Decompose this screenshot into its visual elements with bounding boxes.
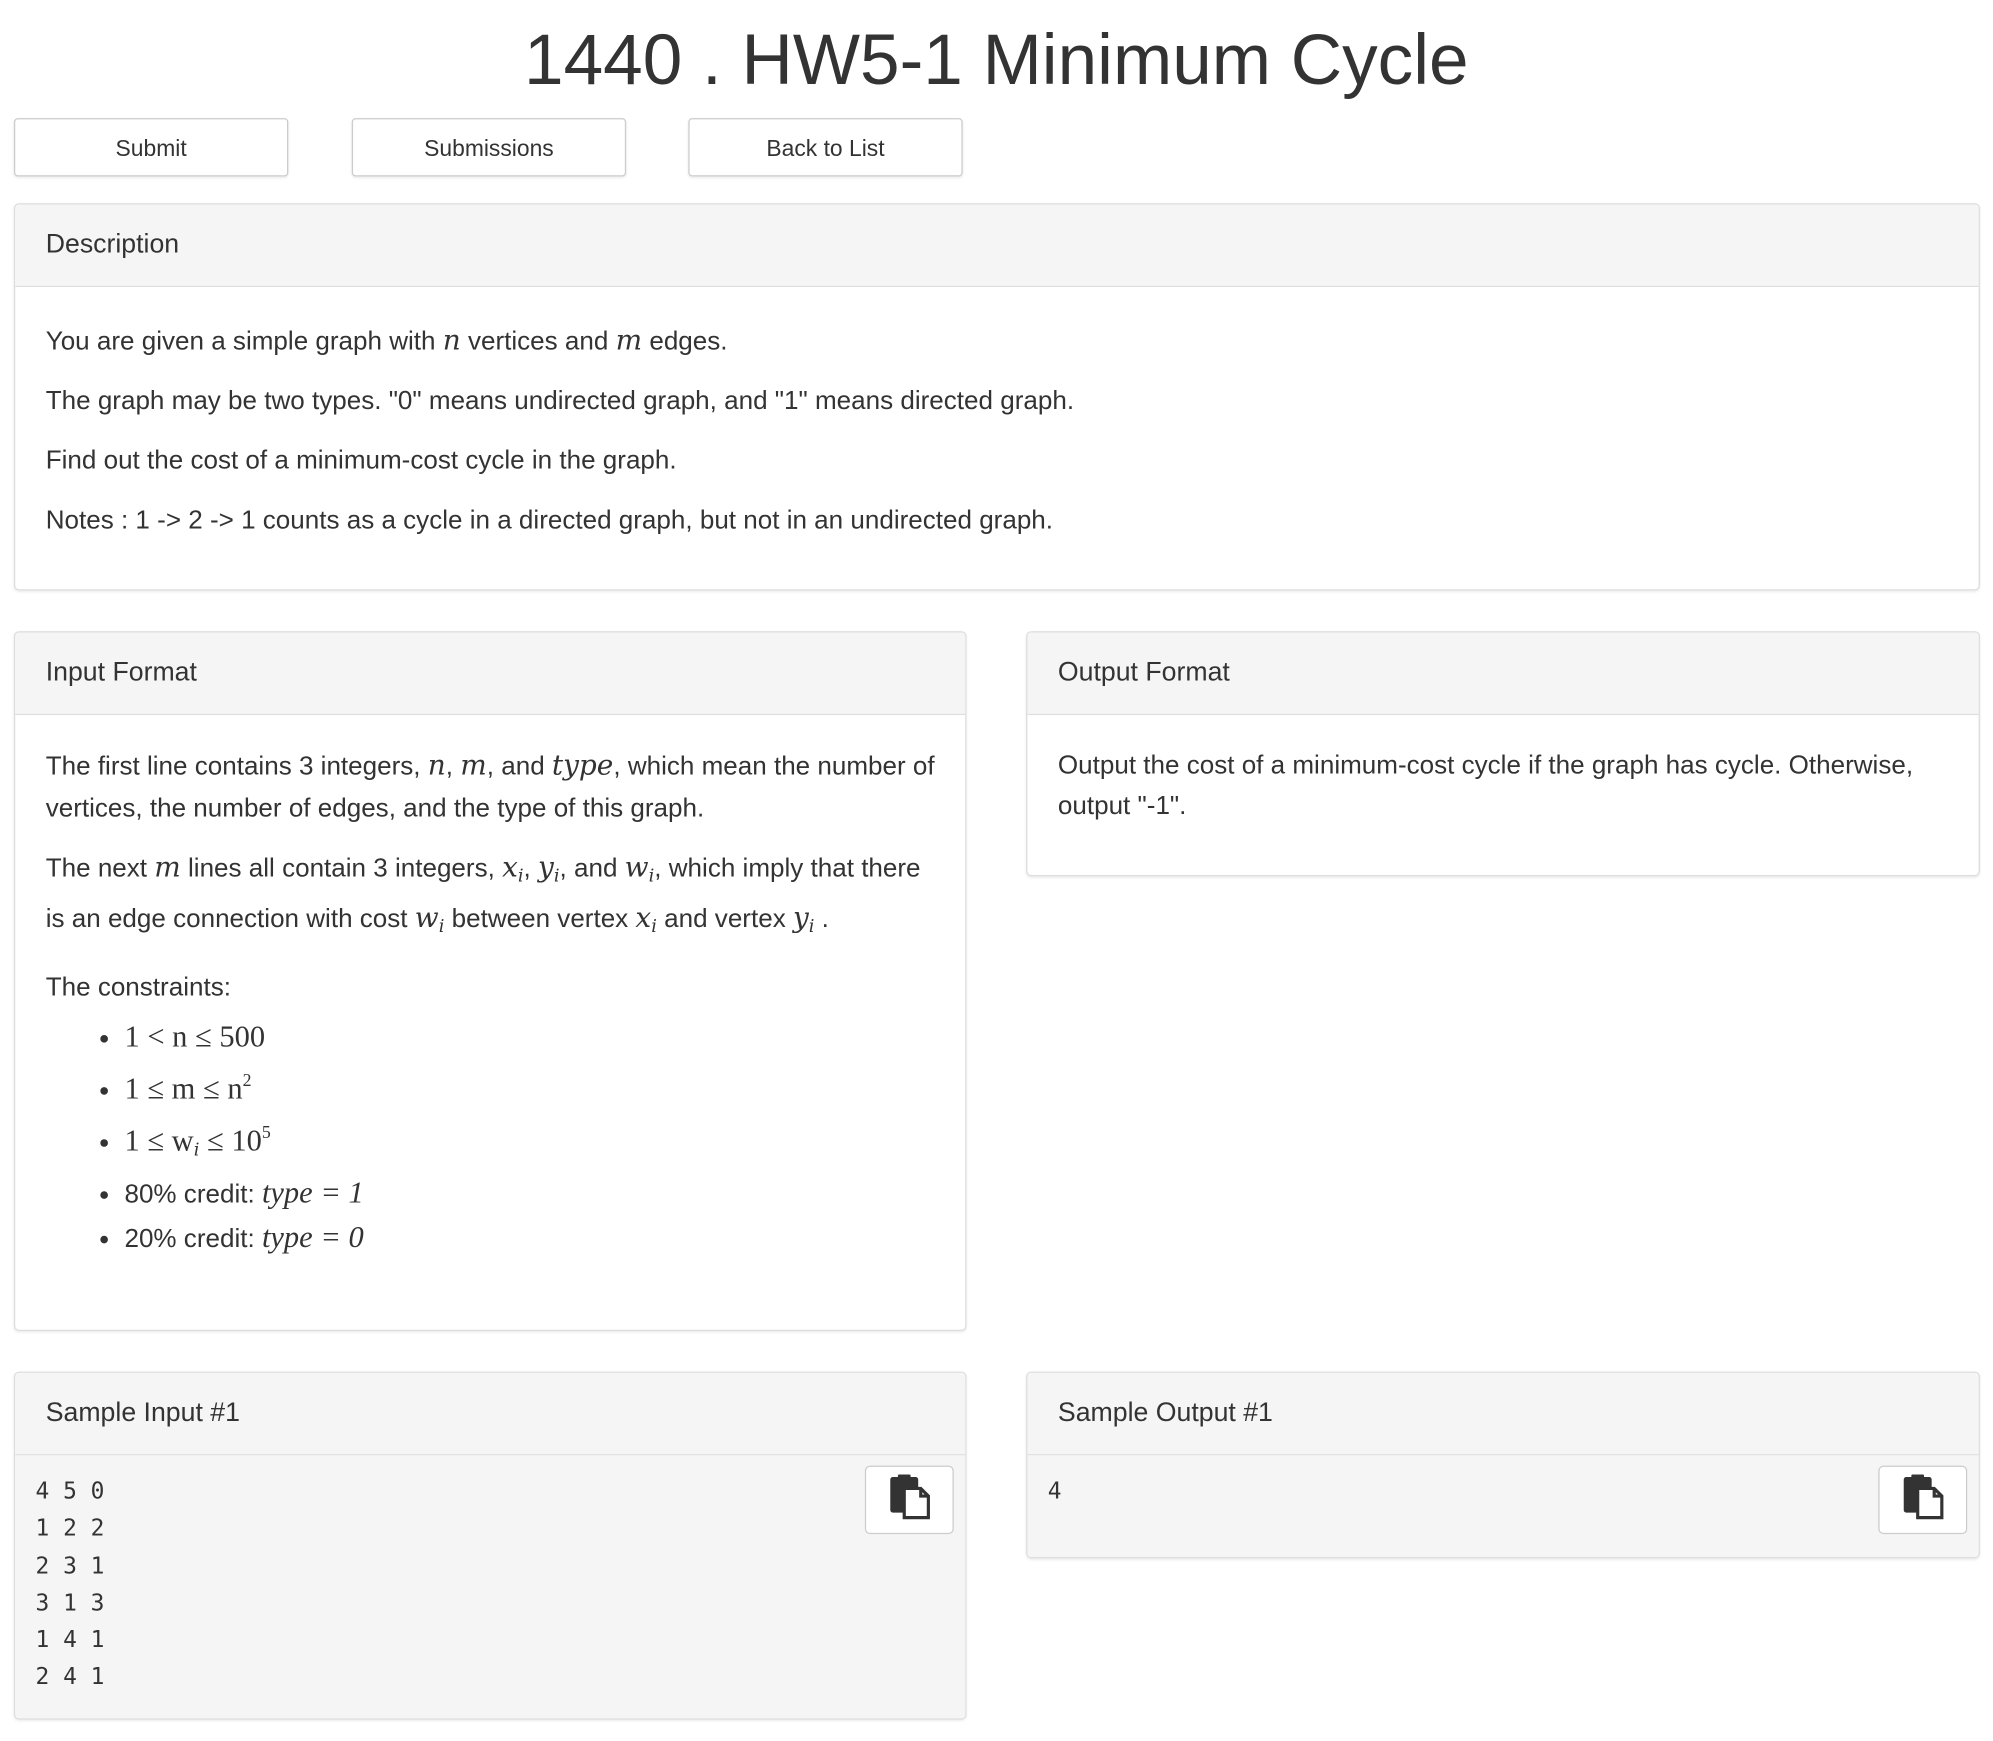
math-constraint: type = 1 <box>261 1177 364 1211</box>
input-format-paragraph: The first line contains 3 integers, n, m… <box>46 745 935 829</box>
copy-sample-input-button[interactable] <box>864 1465 954 1535</box>
text: The next <box>45 853 155 883</box>
copy-icon <box>1901 1473 1944 1526</box>
math-n: n <box>427 750 446 783</box>
sample-output-body: 4 <box>1027 1455 1979 1558</box>
submit-button[interactable]: Submit <box>13 118 289 177</box>
math-constraint: 1 < n ≤ 500 <box>124 1021 266 1055</box>
math-constraint: 1 ≤ w <box>124 1125 194 1159</box>
sample-input-panel: Sample Input #1 4 5 0 1 2 2 2 3 1 3 1 3 … <box>13 1371 967 1720</box>
math-constraint: ≤ 10 <box>199 1125 262 1159</box>
math-superscript: 2 <box>242 1071 252 1091</box>
description-paragraph: The graph may be two types. "0" means un… <box>45 386 1075 416</box>
text: , <box>445 751 461 782</box>
text: The first line contains 3 integers, <box>45 751 428 782</box>
page-title: 1440 . HW5-1 Minimum Cycle <box>524 19 1469 100</box>
input-format-heading: Input Format <box>15 632 966 716</box>
text: , and <box>486 751 552 782</box>
back-to-list-button[interactable]: Back to List <box>688 118 963 177</box>
math-m: m <box>154 852 181 884</box>
text: between vertex <box>444 904 636 934</box>
problem-page: 1440 . HW5-1 Minimum Cycle Submit Submis… <box>0 0 1993 1720</box>
sample-input-heading: Sample Input #1 <box>15 1372 966 1456</box>
sample-output-content[interactable]: 4 <box>1048 1473 1959 1510</box>
description-paragraph: You are given a simple graph with n vert… <box>46 320 1948 362</box>
math-superscript: 5 <box>261 1123 271 1143</box>
math-n: n <box>442 325 461 357</box>
input-format-body: The first line contains 3 integers, n, m… <box>15 715 965 1284</box>
submissions-button[interactable]: Submissions <box>351 118 627 177</box>
math-y: y <box>792 902 809 935</box>
credit-label: 20% credit: <box>124 1224 262 1254</box>
text: edges. <box>642 326 728 356</box>
copy-sample-output-button[interactable] <box>1878 1465 1968 1535</box>
description-body: You are given a simple graph with n vert… <box>15 287 1978 582</box>
math-x: x <box>635 902 652 935</box>
output-format-heading: Output Format <box>1027 632 1979 716</box>
text: lines all contain 3 integers, <box>180 853 503 883</box>
input-format-paragraph: The next m lines all contain 3 integers,… <box>46 847 935 949</box>
credit-label: 80% credit: <box>124 1179 262 1210</box>
text: , <box>523 853 539 883</box>
math-m: m <box>615 325 643 357</box>
description-paragraph: Find out the cost of a minimum-cost cycl… <box>45 445 677 475</box>
math-type: type <box>551 750 614 783</box>
list-item: 1 ≤ wi ≤ 105 <box>124 1113 934 1173</box>
output-format-body: Output the cost of a minimum-cost cycle … <box>1027 715 1978 850</box>
math-y: y <box>538 852 554 884</box>
math-constraint: type = 0 <box>261 1221 364 1255</box>
sample-output-panel: Sample Output #1 4 <box>1026 1371 1980 1559</box>
output-format-panel: Output Format Output the cost of a minim… <box>1026 631 1980 877</box>
sample-input-body: 4 5 0 1 2 2 2 3 1 3 1 3 1 4 1 2 4 1 <box>15 1455 966 1719</box>
list-item: 1 ≤ m ≤ n2 <box>124 1060 934 1112</box>
list-item: 80% credit: type = 1 <box>124 1172 934 1216</box>
math-w: w <box>624 852 649 884</box>
text: You are given a simple graph with <box>45 326 443 356</box>
math-constraint: 1 ≤ m ≤ n <box>124 1073 243 1107</box>
sample-input-content[interactable]: 4 5 0 1 2 2 2 3 1 3 1 3 1 4 1 2 4 1 <box>36 1473 945 1696</box>
output-format-text: Output the cost of a minimum-cost cycle … <box>1057 750 1914 821</box>
sample-output-heading: Sample Output #1 <box>1027 1372 1979 1456</box>
description-heading: Description <box>15 204 1979 288</box>
list-item: 20% credit: type = 0 <box>124 1217 934 1261</box>
text: and vertex <box>656 904 793 934</box>
text: , and <box>559 853 625 883</box>
description-notes: Notes : 1 -> 2 -> 1 counts as a cycle in… <box>45 505 1054 535</box>
list-item: 1 < n ≤ 500 <box>124 1016 934 1060</box>
text: . <box>814 904 829 934</box>
input-format-panel: Input Format The first line contains 3 i… <box>13 631 967 1331</box>
math-m: m <box>460 750 487 783</box>
math-x: x <box>502 852 518 884</box>
constraints-list: 1 < n ≤ 500 1 ≤ m ≤ n2 1 ≤ wi ≤ 105 80% … <box>46 1016 935 1261</box>
math-w: w <box>414 902 439 935</box>
text: vertices and <box>460 326 616 356</box>
copy-icon <box>888 1473 931 1526</box>
constraints-label: The constraints: <box>45 972 231 1003</box>
description-panel: Description You are given a simple graph… <box>13 203 1980 591</box>
